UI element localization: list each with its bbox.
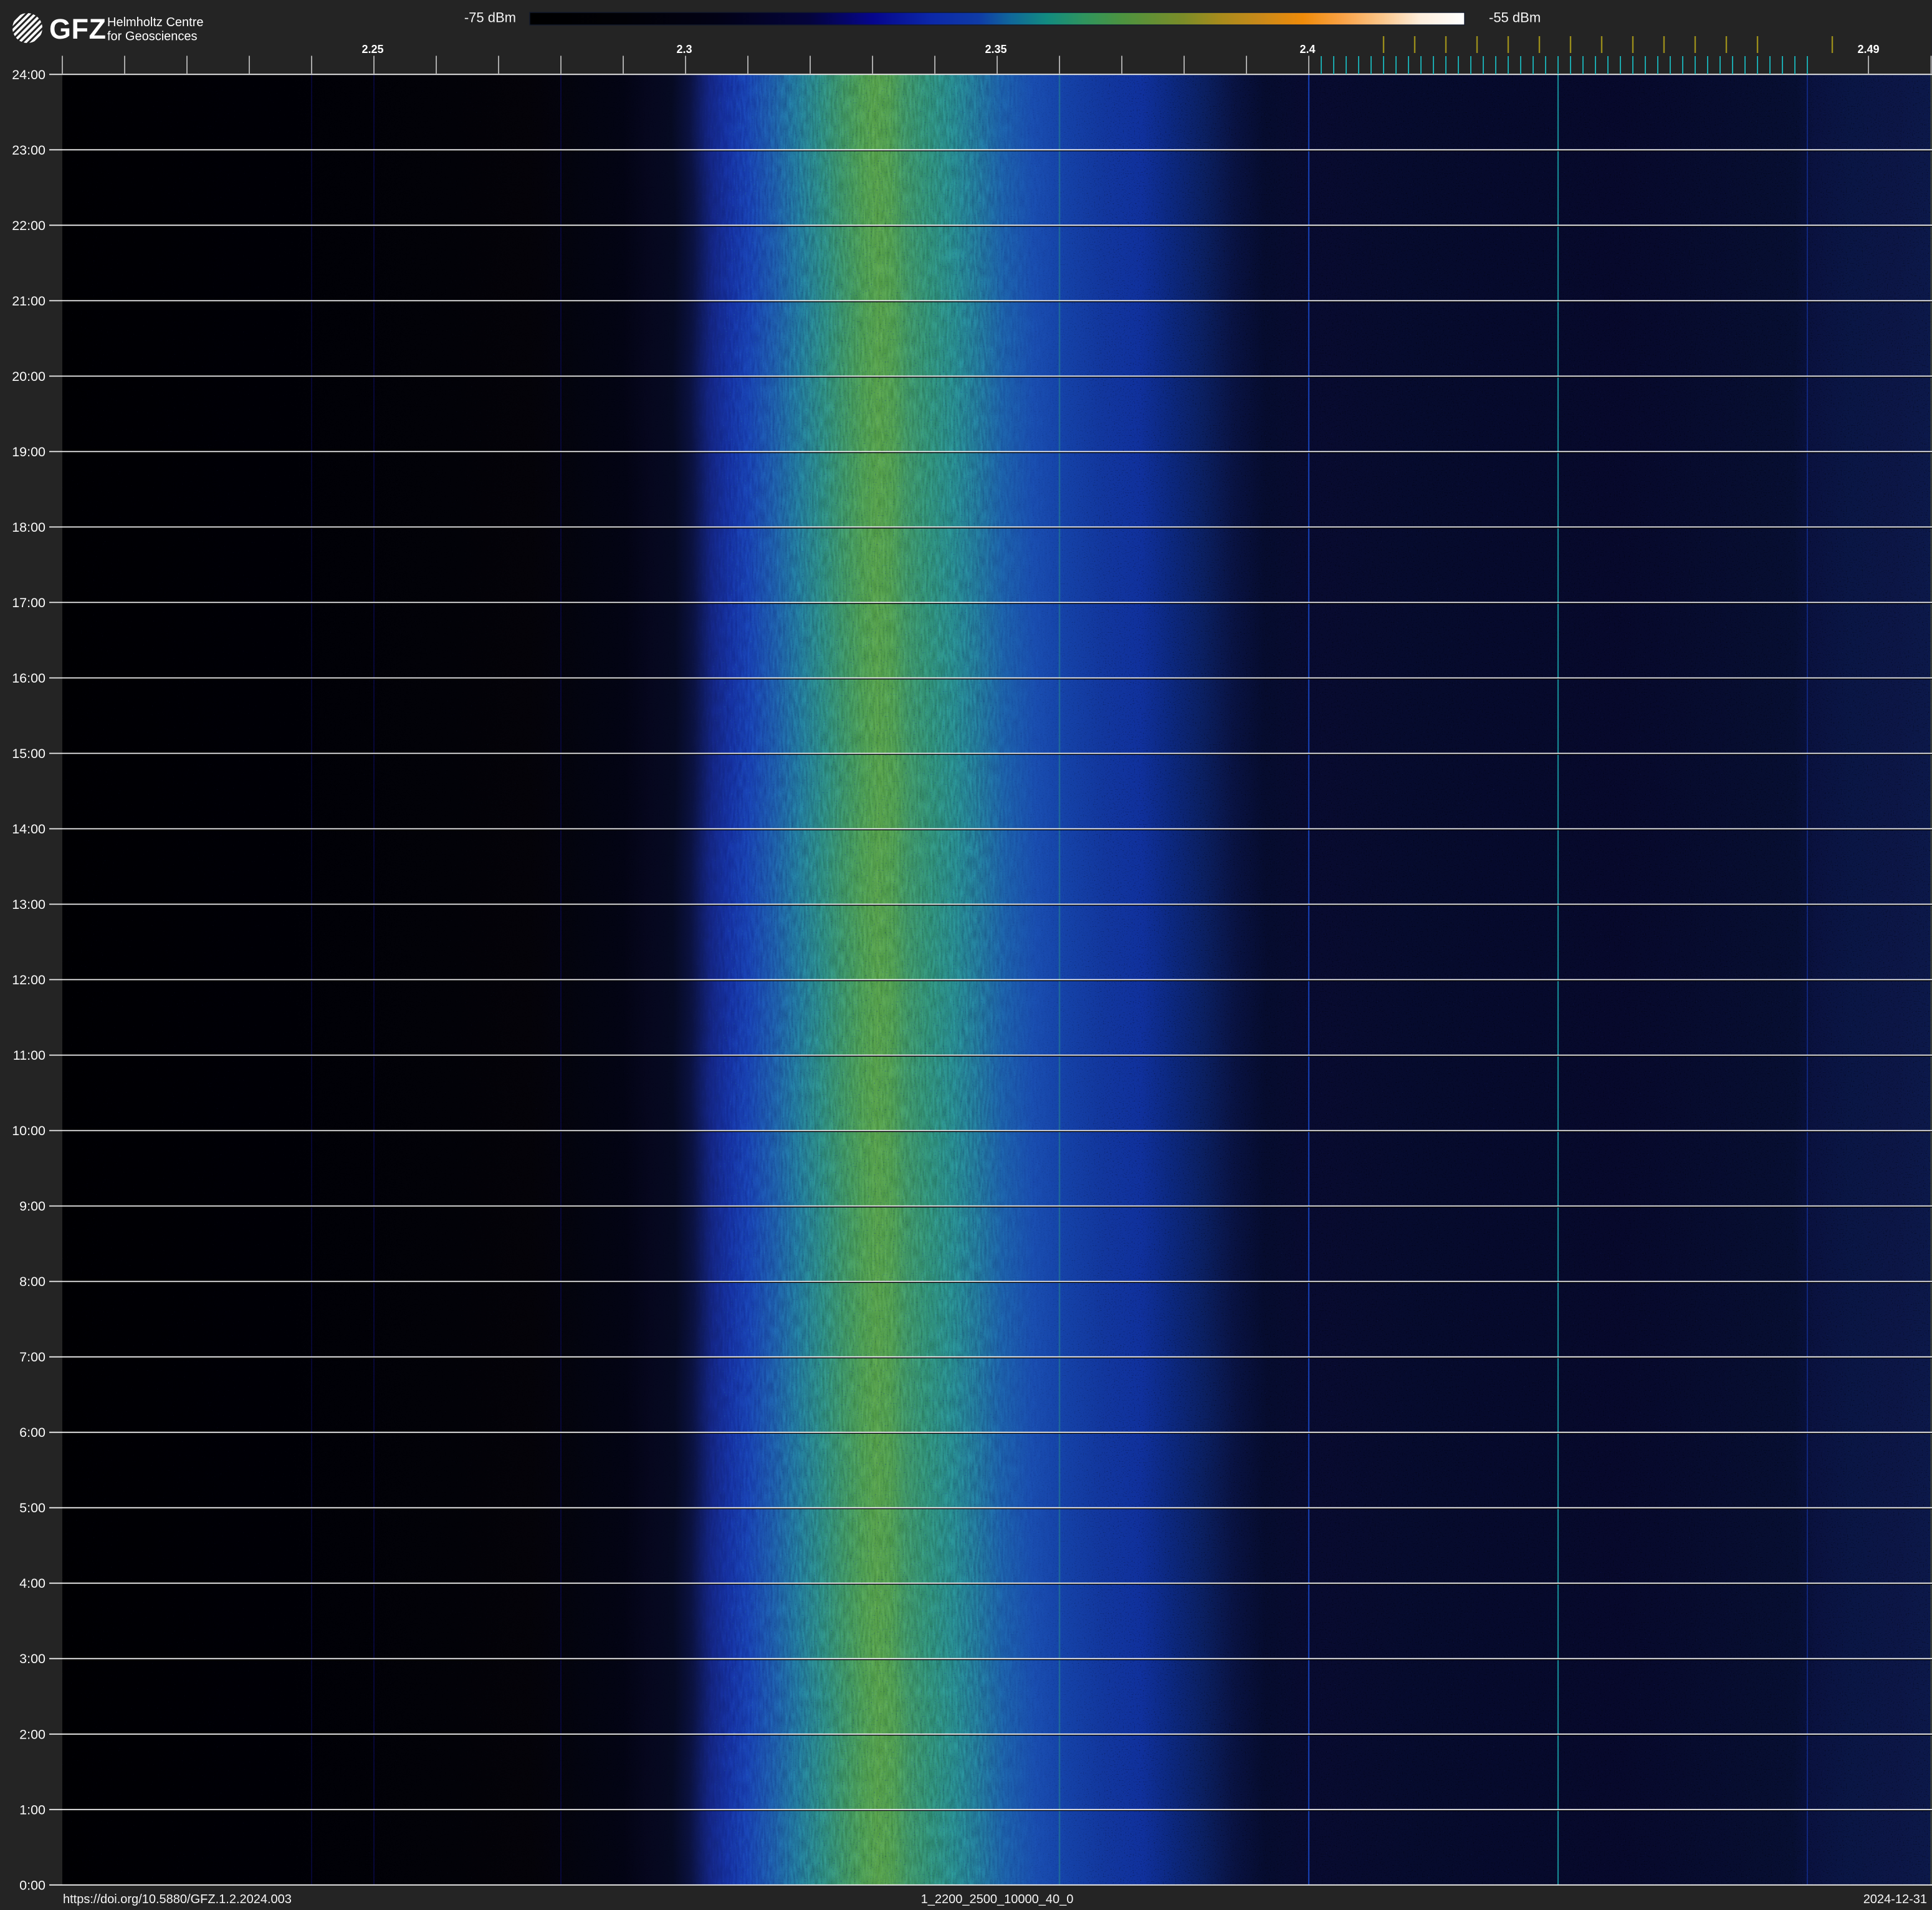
svg-text:11:00: 11:00 xyxy=(13,1048,45,1063)
svg-text:20:00: 20:00 xyxy=(12,369,45,384)
svg-text:18:00: 18:00 xyxy=(12,520,45,535)
svg-text:5:00: 5:00 xyxy=(19,1500,45,1515)
svg-text:22:00: 22:00 xyxy=(12,218,45,233)
svg-text:8:00: 8:00 xyxy=(19,1274,45,1289)
svg-text:19:00: 19:00 xyxy=(12,444,45,459)
svg-text:2.3: 2.3 xyxy=(676,43,692,55)
svg-text:24:00: 24:00 xyxy=(12,67,45,82)
svg-text:12:00: 12:00 xyxy=(12,972,45,987)
svg-text:for Geosciences: for Geosciences xyxy=(107,30,198,44)
svg-text:2:00: 2:00 xyxy=(19,1727,45,1742)
svg-text:-55 dBm: -55 dBm xyxy=(1489,10,1541,26)
svg-text:2024-12-31: 2024-12-31 xyxy=(1863,1893,1927,1906)
svg-text:17:00: 17:00 xyxy=(12,595,45,610)
svg-text:9:00: 9:00 xyxy=(19,1199,45,1214)
svg-text:10:00: 10:00 xyxy=(12,1123,45,1138)
svg-text:16:00: 16:00 xyxy=(12,671,45,686)
svg-text:2.4: 2.4 xyxy=(1299,43,1315,55)
svg-text:15:00: 15:00 xyxy=(12,746,45,761)
svg-text:2.49: 2.49 xyxy=(1857,43,1879,55)
svg-text:3:00: 3:00 xyxy=(19,1651,45,1666)
svg-text:1_2200_2500_10000_40_0: 1_2200_2500_10000_40_0 xyxy=(921,1893,1074,1906)
svg-text:4:00: 4:00 xyxy=(19,1576,45,1591)
svg-text:https://doi.org/10.5880/GFZ.1.: https://doi.org/10.5880/GFZ.1.2.2024.003 xyxy=(63,1893,292,1906)
svg-text:GFZ: GFZ xyxy=(49,13,106,45)
svg-text:14:00: 14:00 xyxy=(12,822,45,837)
svg-text:2.25: 2.25 xyxy=(361,43,383,55)
svg-text:1:00: 1:00 xyxy=(19,1802,45,1817)
svg-text:2.35: 2.35 xyxy=(985,43,1007,55)
svg-text:7:00: 7:00 xyxy=(19,1350,45,1365)
svg-text:-75 dBm: -75 dBm xyxy=(464,10,516,26)
svg-text:21:00: 21:00 xyxy=(12,294,45,309)
svg-text:23:00: 23:00 xyxy=(12,143,45,158)
svg-text:Helmholtz Centre: Helmholtz Centre xyxy=(107,16,204,29)
svg-text:6:00: 6:00 xyxy=(19,1425,45,1440)
svg-text:13:00: 13:00 xyxy=(12,897,45,912)
svg-text:0:00: 0:00 xyxy=(19,1878,45,1893)
